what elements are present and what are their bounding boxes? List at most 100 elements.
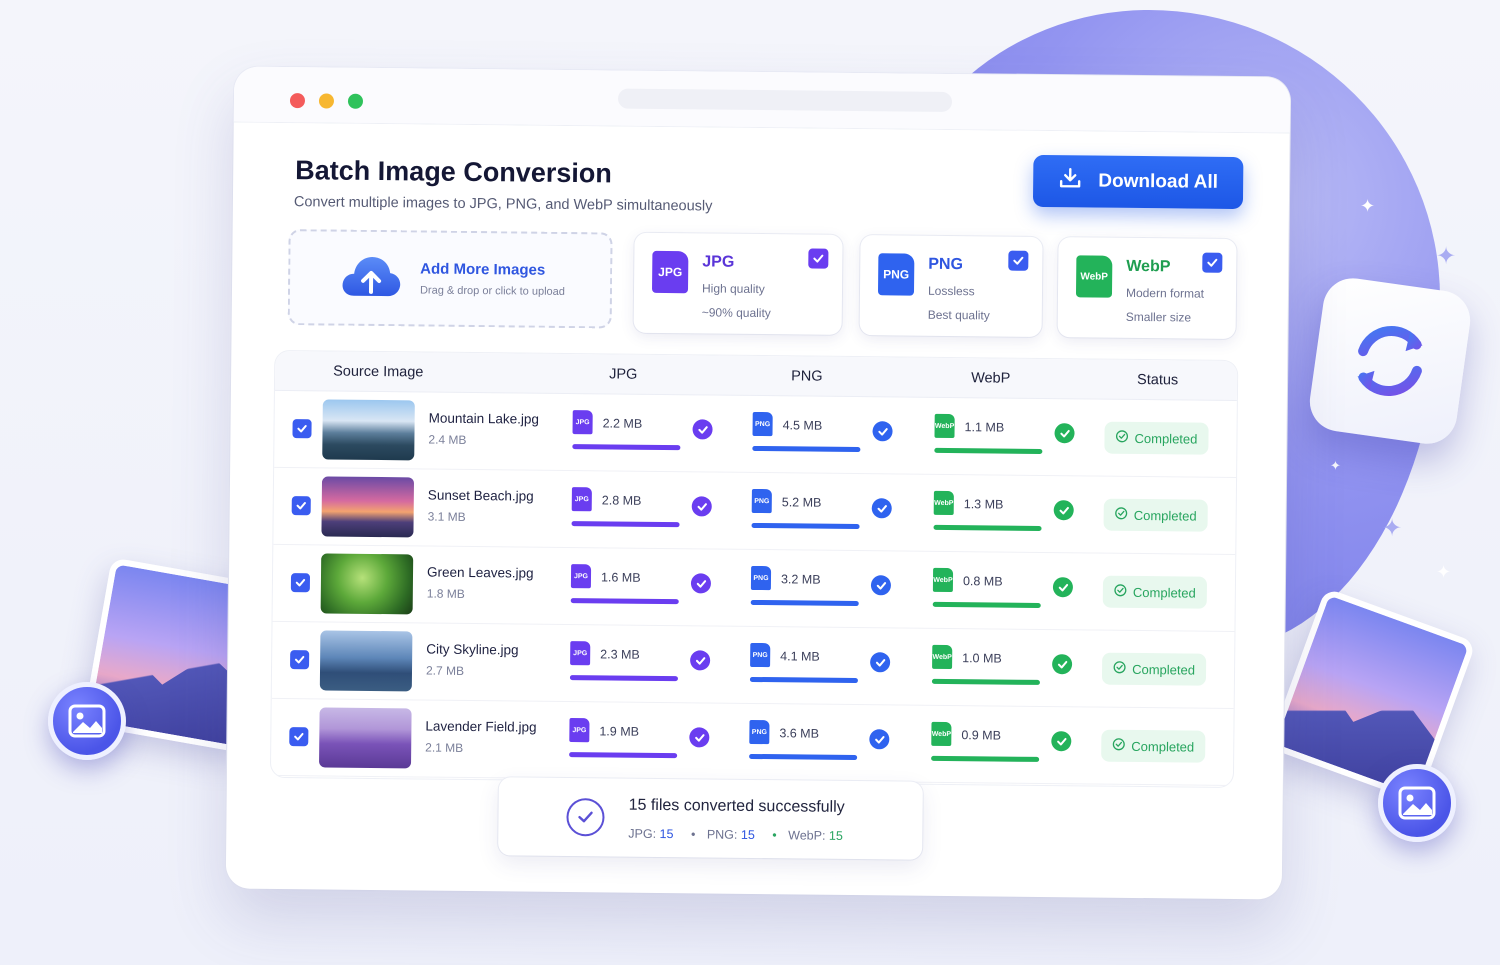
success-check-icon — [566, 798, 605, 837]
format-checkbox[interactable] — [1008, 250, 1029, 271]
source-thumbnail — [322, 399, 415, 461]
png-output-size: 4.1 MB — [780, 649, 820, 664]
source-thumbnail — [320, 553, 414, 615]
png-file-icon: PNG — [750, 642, 771, 668]
format-description: High quality — [701, 281, 765, 297]
format-checkbox[interactable] — [1202, 252, 1223, 273]
format-option-jpg[interactable]: JPG JPG High quality ~90% quality — [633, 232, 843, 335]
webp-progress-bar — [932, 601, 1041, 608]
check-circle-icon — [1115, 430, 1129, 446]
source-file-name: Sunset Beach.jpg — [427, 487, 534, 504]
bullet-separator: • — [690, 827, 696, 842]
jpg-file-icon: JPG — [571, 487, 592, 512]
window-titlebar — [233, 66, 1291, 134]
format-detail: ~90% quality — [701, 305, 771, 321]
status-label: Completed — [1131, 738, 1195, 755]
column-header-source: Source Image — [333, 363, 424, 381]
webp-progress-bar — [931, 678, 1040, 685]
status-badge: Completed — [1103, 498, 1208, 532]
status-label: Completed — [1132, 584, 1196, 601]
address-bar[interactable] — [617, 88, 953, 113]
webp-file-icon: WebP — [932, 567, 954, 593]
png-file-icon: PNG — [752, 411, 773, 437]
jpg-output-size: 1.9 MB — [599, 724, 640, 739]
png-progress-bar — [751, 522, 860, 530]
format-detail: Best quality — [927, 307, 990, 323]
jpg-file-icon: JPG — [570, 641, 591, 666]
download-all-button[interactable]: Download All — [1032, 154, 1244, 210]
webp-file-icon: WebP — [1075, 255, 1113, 298]
jpg-output-cell: JPG 2.2 MB — [572, 406, 723, 460]
source-thumbnail — [318, 707, 412, 769]
jpg-done-check-icon — [690, 650, 711, 671]
jpg-output-cell: JPG 1.9 MB — [569, 714, 720, 768]
webp-progress-bar — [933, 524, 1042, 531]
png-done-check-icon — [869, 729, 890, 750]
source-file-name: Mountain Lake.jpg — [428, 410, 540, 427]
check-circle-icon — [1114, 584, 1127, 600]
jpg-count: 15 — [659, 826, 674, 842]
png-done-check-icon — [870, 575, 892, 596]
webp-file-icon: WebP — [931, 721, 952, 747]
format-name: PNG — [928, 255, 964, 274]
format-name: WebP — [1126, 257, 1171, 276]
png-output-size: 3.2 MB — [780, 572, 821, 587]
webp-output-cell: WebP 0.8 MB — [932, 564, 1084, 618]
table-row: Sunset Beach.jpg 3.1 MB JPG 2.8 MB PNG 5… — [273, 467, 1237, 556]
webp-progress-bar — [931, 755, 1040, 762]
page-title: Batch Image Conversion — [295, 155, 612, 189]
webp-output-size: 1.3 MB — [963, 497, 1004, 512]
row-select-checkbox[interactable] — [289, 727, 309, 747]
format-detail: Smaller size — [1125, 309, 1192, 325]
row-select-checkbox[interactable] — [290, 650, 310, 670]
png-done-check-icon — [870, 652, 891, 673]
jpg-output-cell: JPG 1.6 MB — [570, 560, 722, 614]
format-description: Modern format — [1125, 285, 1205, 301]
row-select-checkbox[interactable] — [291, 496, 311, 516]
format-checkbox[interactable] — [808, 248, 829, 269]
jpg-progress-bar — [569, 675, 678, 682]
jpg-done-check-icon — [689, 727, 710, 748]
source-file-size: 2.7 MB — [425, 663, 465, 678]
format-option-png[interactable]: PNG PNG Lossless Best quality — [859, 235, 1043, 337]
table-row: Mountain Lake.jpg 2.4 MB JPG 2.2 MB PNG … — [274, 390, 1237, 479]
conversion-table: Source Image JPG PNG WebP Status Mountai… — [270, 350, 1238, 787]
table-row: City Skyline.jpg 2.7 MB JPG 2.3 MB PNG 4… — [271, 621, 1235, 709]
png-output-size: 4.5 MB — [782, 418, 823, 433]
minimize-window-button[interactable] — [318, 93, 335, 109]
summary-stats: JPG: 15 • PNG: 15 • WebP: 15 — [628, 827, 843, 843]
sparkle-icon: ✦ — [1436, 243, 1457, 270]
png-done-check-icon — [871, 498, 892, 519]
jpg-output-size: 2.8 MB — [601, 493, 642, 508]
summary-title: 15 files converted successfully — [628, 796, 845, 816]
close-window-button[interactable] — [289, 93, 306, 109]
row-select-checkbox[interactable] — [290, 573, 311, 593]
png-count: 15 — [740, 827, 755, 842]
png-done-check-icon — [872, 421, 893, 442]
png-progress-bar — [749, 676, 858, 684]
check-circle-icon — [1115, 507, 1128, 523]
jpg-count-label: JPG: — [628, 826, 657, 841]
webp-file-icon: WebP — [933, 490, 954, 516]
check-circle-icon — [1112, 738, 1125, 754]
source-thumbnail — [321, 476, 415, 538]
table-row: Lavender Field.jpg 2.1 MB JPG 1.9 MB PNG… — [270, 698, 1234, 786]
maximize-window-button[interactable] — [347, 93, 364, 109]
webp-file-icon: WebP — [932, 644, 953, 670]
column-header-jpg: JPG — [609, 366, 638, 383]
png-output-size: 3.6 MB — [779, 726, 820, 741]
format-option-webp[interactable]: WebP WebP Modern format Smaller size — [1057, 237, 1237, 339]
png-output-size: 5.2 MB — [781, 495, 822, 510]
webp-progress-bar — [934, 447, 1043, 454]
bullet-separator: • — [772, 828, 777, 843]
row-select-checkbox[interactable] — [292, 419, 312, 439]
sparkle-icon: ✦ — [1360, 196, 1376, 216]
png-file-icon: PNG — [749, 719, 770, 745]
webp-count-label: WebP: — [788, 828, 826, 843]
webp-output-cell: WebP 1.1 MB — [934, 410, 1085, 464]
upload-dropzone[interactable]: Add More Images Drag & drop or click to … — [287, 229, 613, 329]
check-circle-icon — [1113, 661, 1126, 677]
webp-output-cell: WebP 1.0 MB — [931, 641, 1083, 695]
column-header-webp: WebP — [971, 370, 1011, 387]
jpg-done-check-icon — [690, 573, 712, 594]
